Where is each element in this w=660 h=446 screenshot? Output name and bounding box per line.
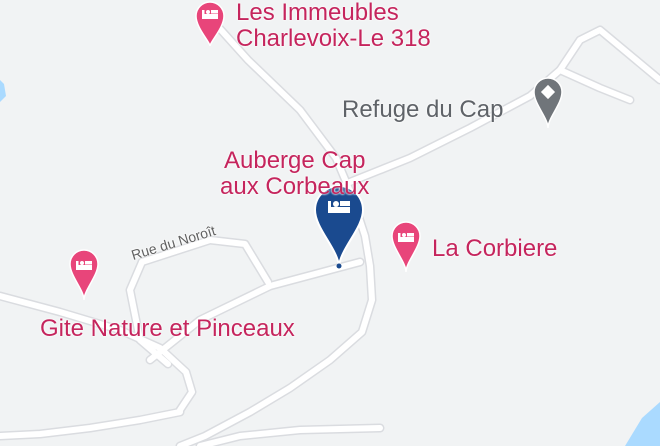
place-label-line2: aux Corbeaux [220,172,370,200]
place-label-line2: Charlevoix-Le 318 [236,24,431,52]
place-label-line1: Auberge Cap [224,147,366,174]
place-label-la-corbiere[interactable]: La Corbiere [432,236,557,262]
place-label-text: La Corbiere [432,235,558,262]
place-label-refuge-du-cap[interactable]: Refuge du Cap [342,97,503,123]
place-label-text: Gite Nature et Pinceaux [40,315,295,342]
place-label-gite-nature[interactable]: Gite Nature et Pinceaux [40,316,295,342]
place-label-line1: Les Immeubles [236,0,399,26]
generic-place-pin-icon[interactable] [533,77,563,129]
water-area-bottom-right [625,402,660,446]
place-label-les-immeubles[interactable]: Les Immeubles Charlevoix-Le 318 [236,0,431,52]
map-canvas[interactable] [0,0,660,446]
place-label-auberge-cap[interactable]: Auberge Cap aux Corbeaux [220,148,369,200]
hotel-bed-icon[interactable] [69,249,99,301]
place-label-text: Refuge du Cap [342,96,504,123]
water-area-left [0,80,6,102]
hotel-bed-icon[interactable] [391,221,421,273]
